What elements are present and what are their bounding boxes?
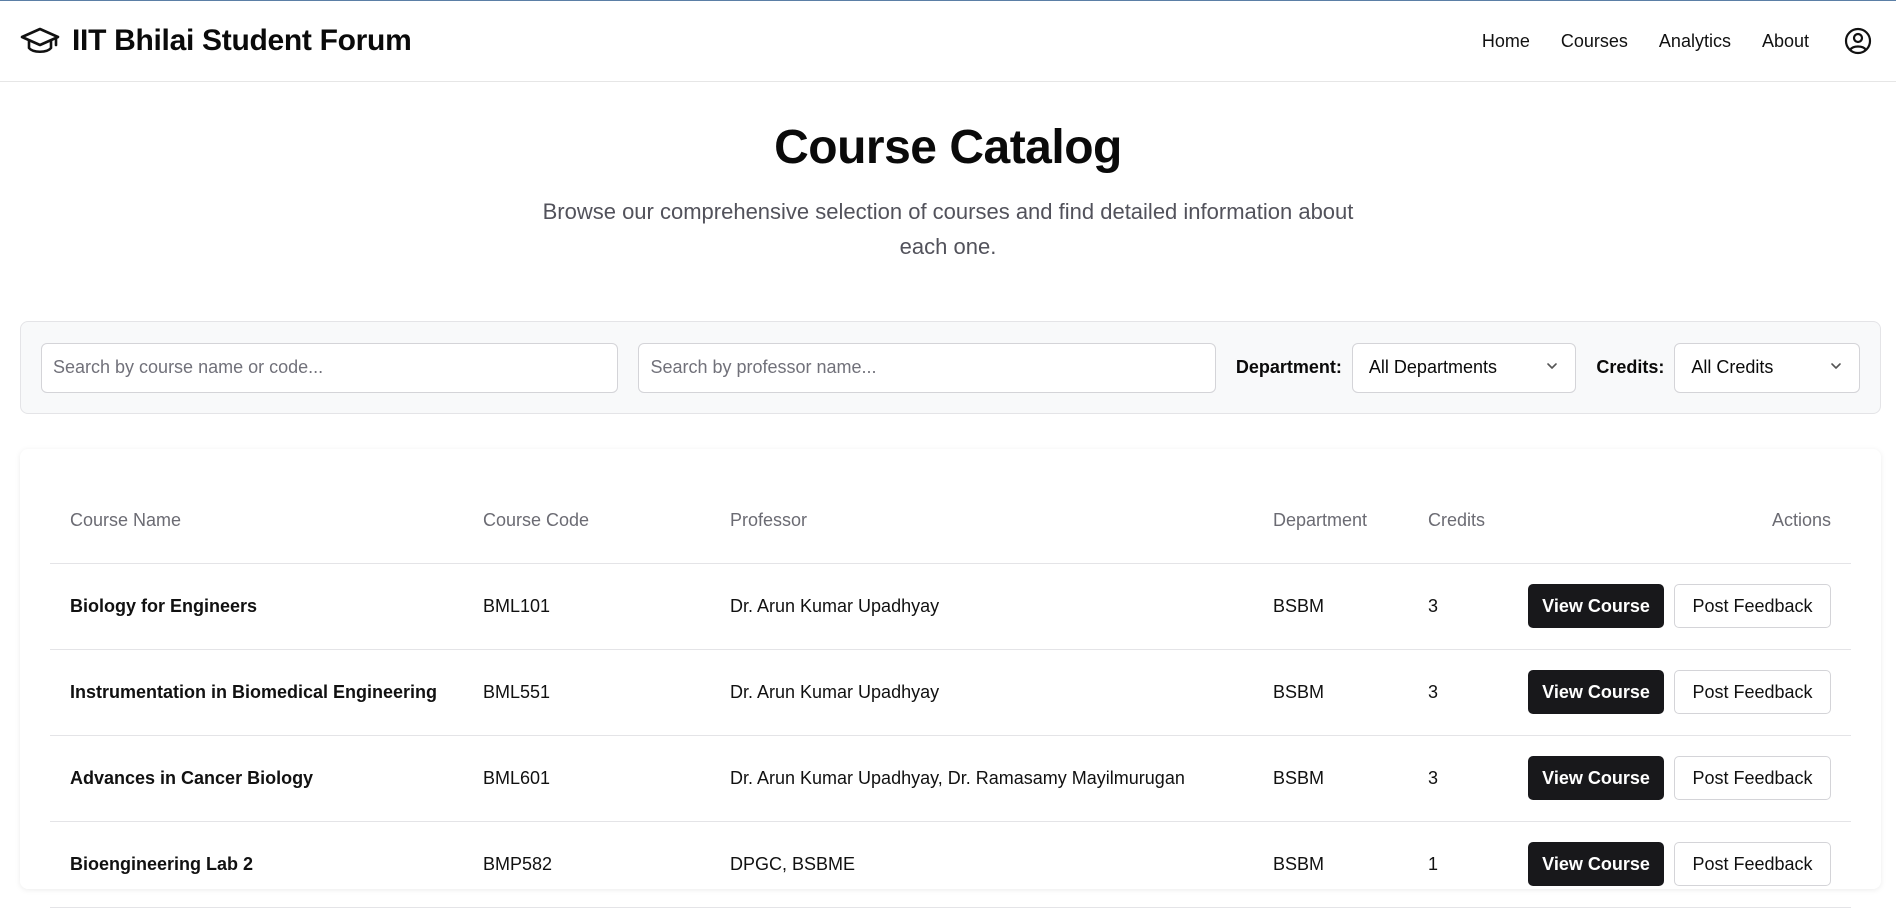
filter-bar: Department: All Departments Credits: All… — [20, 321, 1881, 414]
course-credits: 3 — [1408, 735, 1508, 822]
department-label: Department: — [1235, 357, 1342, 377]
credits-label: Credits: — [1596, 357, 1665, 377]
view-course-button[interactable]: View Course — [1528, 842, 1664, 886]
brand-title: IIT Bhilai Student Forum — [72, 24, 412, 57]
course-professor: Dr. Arun Kumar Upadhyay — [710, 649, 1253, 736]
course-name: Instrumentation in Biomedical Engineerin… — [50, 649, 463, 736]
hero: Course Catalog Browse our comprehensive … — [0, 82, 1896, 264]
course-professor: Dr. Arun Kumar Upadhyay — [710, 563, 1253, 650]
course-department: BSBM — [1253, 821, 1408, 908]
course-code: BML551 — [463, 649, 710, 736]
course-professor: Dr. Arun Kumar Upadhyay, Dr. Ramasamy Ma… — [710, 735, 1253, 822]
chevron-down-icon — [1545, 357, 1559, 378]
main-nav: Home Courses Analytics About — [1482, 23, 1876, 59]
post-feedback-button[interactable]: Post Feedback — [1674, 842, 1831, 886]
top-navbar: IIT Bhilai Student Forum Home Courses An… — [0, 1, 1896, 82]
row-actions: View Course Post Feedback — [1508, 735, 1851, 822]
course-table: Course Name Course Code Professor Depart… — [50, 479, 1851, 908]
column-header-department: Department — [1253, 479, 1408, 564]
column-header-credits: Credits — [1408, 479, 1508, 564]
course-credits: 3 — [1408, 563, 1508, 650]
professor-search-input[interactable] — [638, 342, 1216, 393]
course-credits: 3 — [1408, 649, 1508, 736]
course-name: Advances in Cancer Biology — [50, 735, 463, 822]
course-search-input[interactable] — [41, 342, 619, 393]
course-code: BML601 — [463, 735, 710, 822]
view-course-button[interactable]: View Course — [1528, 584, 1664, 628]
user-circle-icon[interactable] — [1840, 23, 1876, 59]
table-row: Biology for Engineers BML101 Dr. Arun Ku… — [50, 563, 1851, 650]
table-row: Bioengineering Lab 2 BMP582 DPGC, BSBME … — [50, 821, 1851, 908]
table-row: Instrumentation in Biomedical Engineerin… — [50, 649, 1851, 736]
table-row: Advances in Cancer Biology BML601 Dr. Ar… — [50, 735, 1851, 822]
nav-home[interactable]: Home — [1482, 31, 1530, 52]
row-actions: View Course Post Feedback — [1508, 563, 1851, 650]
department-select-value: All Departments — [1368, 357, 1497, 377]
column-header-professor: Professor — [710, 479, 1253, 564]
table-header-row: Course Name Course Code Professor Depart… — [50, 479, 1851, 564]
post-feedback-button[interactable]: Post Feedback — [1674, 584, 1831, 628]
nav-courses[interactable]: Courses — [1561, 31, 1628, 52]
row-actions: View Course Post Feedback — [1508, 821, 1851, 908]
course-table-card: Course Name Course Code Professor Depart… — [20, 449, 1881, 908]
row-actions: View Course Post Feedback — [1508, 649, 1851, 736]
chevron-down-icon — [1829, 357, 1843, 378]
credits-select-value: All Credits — [1691, 357, 1774, 377]
page-title: Course Catalog — [774, 121, 1122, 174]
graduation-cap-icon — [20, 26, 60, 56]
credits-select[interactable]: All Credits — [1674, 342, 1860, 393]
course-name: Biology for Engineers — [50, 563, 463, 650]
column-header-course-name: Course Name — [50, 479, 463, 564]
page-subtitle: Browse our comprehensive selection of co… — [542, 199, 1354, 259]
course-name: Bioengineering Lab 2 — [50, 821, 463, 908]
post-feedback-button[interactable]: Post Feedback — [1674, 670, 1831, 714]
course-professor: DPGC, BSBME — [710, 821, 1253, 908]
course-code: BML101 — [463, 563, 710, 650]
nav-about[interactable]: About — [1762, 31, 1809, 52]
course-code: BMP582 — [463, 821, 710, 908]
brand[interactable]: IIT Bhilai Student Forum — [20, 24, 412, 58]
column-header-actions: Actions — [1508, 479, 1851, 564]
department-select[interactable]: All Departments — [1351, 342, 1577, 393]
nav-analytics[interactable]: Analytics — [1659, 31, 1731, 52]
post-feedback-button[interactable]: Post Feedback — [1674, 756, 1831, 800]
view-course-button[interactable]: View Course — [1528, 670, 1664, 714]
view-course-button[interactable]: View Course — [1528, 756, 1664, 800]
course-department: BSBM — [1253, 649, 1408, 736]
column-header-course-code: Course Code — [463, 479, 710, 564]
course-department: BSBM — [1253, 735, 1408, 822]
course-credits: 1 — [1408, 821, 1508, 908]
course-department: BSBM — [1253, 563, 1408, 650]
